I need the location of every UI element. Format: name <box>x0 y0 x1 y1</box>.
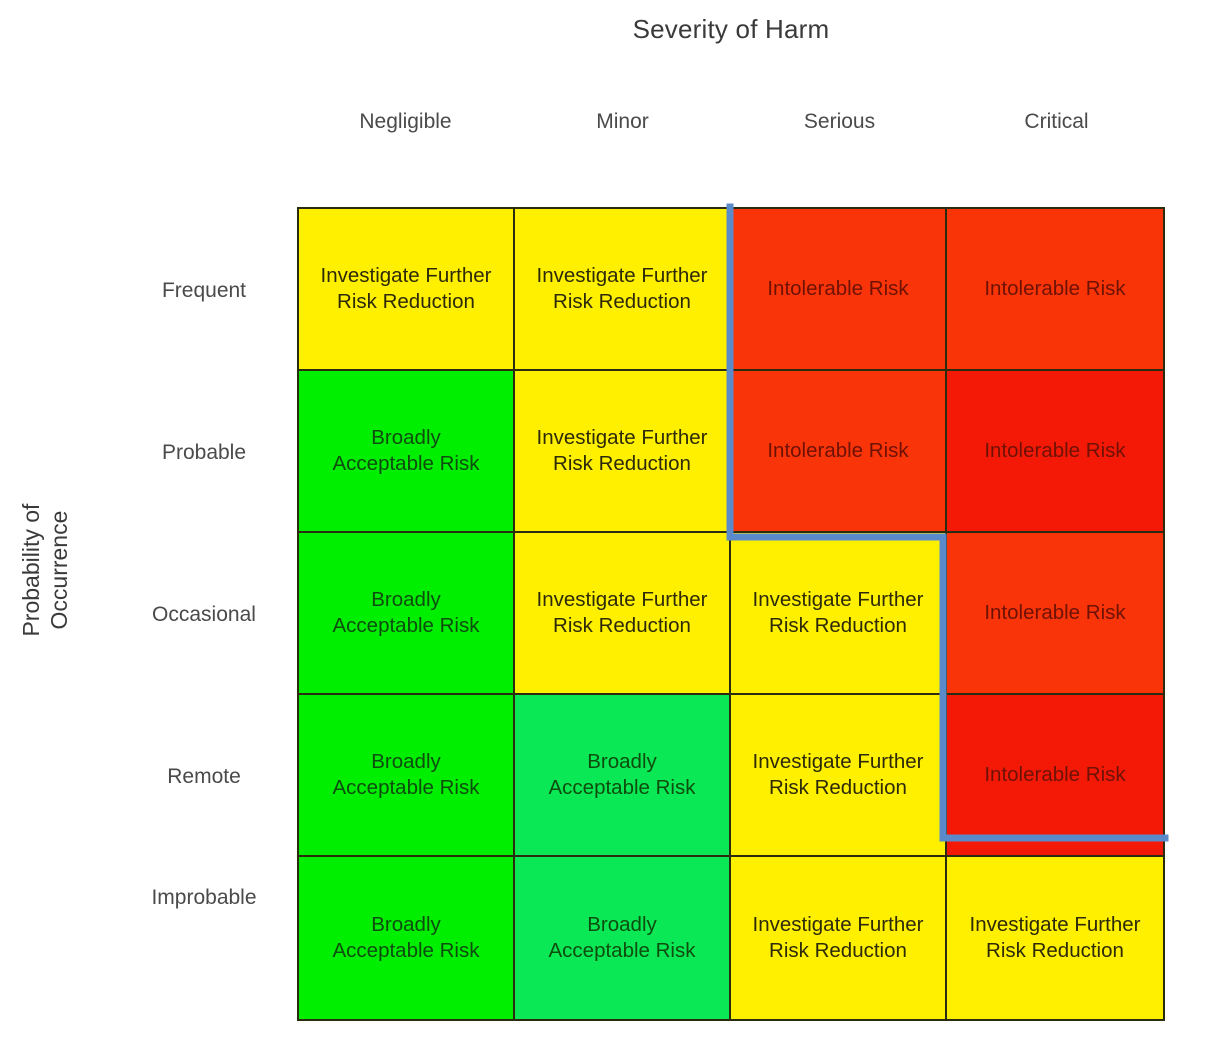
matrix-cell-label: Broadly Acceptable Risk <box>332 912 480 962</box>
matrix-cell-label: Investigate Further Risk Reduction <box>536 587 708 637</box>
column-header-row: Negligible Minor Serious Critical <box>297 107 1165 141</box>
matrix-cell-label: Investigate Further Risk Reduction <box>969 912 1141 962</box>
matrix-cell-label: Investigate Further Risk Reduction <box>320 263 492 313</box>
matrix-cell-occasional-minor: Investigate Further Risk Reduction <box>515 533 731 695</box>
row-label-remote: Remote <box>167 765 241 788</box>
matrix-cell-improbable-minor: Broadly Acceptable Risk <box>515 857 731 1019</box>
matrix-cell-label: Investigate Further Risk Reduction <box>536 263 708 313</box>
matrix-cell-label: Broadly Acceptable Risk <box>332 425 480 475</box>
matrix-cell-label: Intolerable Risk <box>984 438 1126 462</box>
matrix-cell-label: Intolerable Risk <box>984 600 1126 624</box>
matrix-cell-remote-critical: Intolerable Risk <box>947 695 1163 857</box>
matrix-cell-label: Investigate Further Risk Reduction <box>752 749 924 799</box>
row-label-column: Frequent Probable Occasional Remote Impr… <box>120 207 288 1021</box>
matrix-cell-probable-critical: Intolerable Risk <box>947 371 1163 533</box>
matrix-cell-label: Broadly Acceptable Risk <box>332 587 480 637</box>
column-header-serious: Serious <box>803 110 876 133</box>
matrix-cell-label: Investigate Further Risk Reduction <box>536 425 708 475</box>
matrix-cell-occasional-negligible: Broadly Acceptable Risk <box>299 533 515 695</box>
row-label-improbable: Improbable <box>151 886 257 909</box>
risk-matrix-grid: Investigate Further Risk Reduction Invest… <box>297 207 1165 1021</box>
matrix-cell-label: Investigate Further Risk Reduction <box>752 587 924 637</box>
column-header-negligible: Negligible <box>359 110 452 133</box>
matrix-cell-label: Intolerable Risk <box>984 276 1126 300</box>
matrix-cell-frequent-negligible: Investigate Further Risk Reduction <box>299 209 515 371</box>
matrix-cell-label: Broadly Acceptable Risk <box>332 749 480 799</box>
matrix-cell-improbable-critical: Investigate Further Risk Reduction <box>947 857 1163 1019</box>
matrix-cell-label: Intolerable Risk <box>984 762 1126 786</box>
matrix-cell-remote-negligible: Broadly Acceptable Risk <box>299 695 515 857</box>
probability-axis-title-line-1: Probability of <box>17 503 44 637</box>
matrix-cell-frequent-serious: Intolerable Risk <box>731 209 947 371</box>
severity-of-harm-axis-title: Severity of Harm <box>632 14 830 44</box>
column-header-minor: Minor <box>596 110 649 133</box>
matrix-cell-label: Broadly Acceptable Risk <box>548 912 696 962</box>
probability-of-occurrence-axis-title: Probability of Occurrence <box>17 430 73 710</box>
matrix-cell-probable-negligible: Broadly Acceptable Risk <box>299 371 515 533</box>
matrix-cell-label: Investigate Further Risk Reduction <box>752 912 924 962</box>
matrix-cell-label: Broadly Acceptable Risk <box>548 749 696 799</box>
matrix-cell-remote-minor: Broadly Acceptable Risk <box>515 695 731 857</box>
column-header-critical: Critical <box>1024 110 1089 133</box>
matrix-cell-label: Intolerable Risk <box>767 438 909 462</box>
matrix-cell-probable-serious: Intolerable Risk <box>731 371 947 533</box>
matrix-cell-occasional-serious: Investigate Further Risk Reduction <box>731 533 947 695</box>
matrix-cell-remote-serious: Investigate Further Risk Reduction <box>731 695 947 857</box>
probability-axis-title-line-2: Occurrence <box>46 510 72 630</box>
row-label-probable: Probable <box>161 441 247 464</box>
matrix-cell-frequent-minor: Investigate Further Risk Reduction <box>515 209 731 371</box>
matrix-cell-frequent-critical: Intolerable Risk <box>947 209 1163 371</box>
row-label-frequent: Frequent <box>161 279 247 302</box>
matrix-cell-improbable-negligible: Broadly Acceptable Risk <box>299 857 515 1019</box>
matrix-cell-probable-minor: Investigate Further Risk Reduction <box>515 371 731 533</box>
matrix-cell-occasional-critical: Intolerable Risk <box>947 533 1163 695</box>
matrix-cell-improbable-serious: Investigate Further Risk Reduction <box>731 857 947 1019</box>
row-label-occasional: Occasional <box>152 603 256 626</box>
matrix-cell-label: Intolerable Risk <box>767 276 909 300</box>
